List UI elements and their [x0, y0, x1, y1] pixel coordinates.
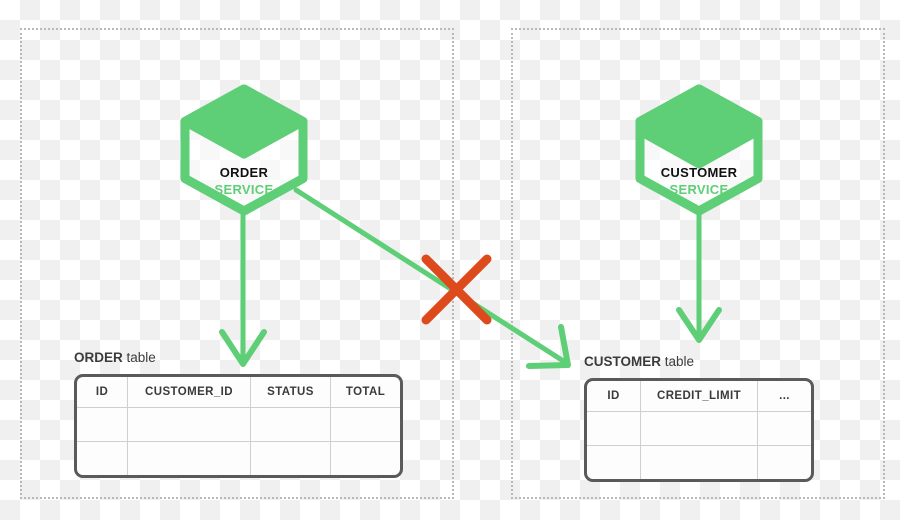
table-cell	[250, 408, 330, 441]
arrow-order-to-customer-table	[293, 187, 571, 369]
column-header-id: ID	[607, 390, 620, 402]
table-row-header: ID CREDIT_LIMIT ...	[587, 381, 811, 411]
table-cell	[587, 446, 640, 479]
column-header-customer-id: CUSTOMER_ID	[127, 377, 250, 407]
column-header-credit-limit: CREDIT_LIMIT	[640, 381, 757, 411]
customer-table-caption-strong: CUSTOMER	[584, 354, 662, 369]
table-cell	[640, 412, 757, 445]
table-cell	[757, 446, 811, 479]
table-cell	[127, 408, 250, 441]
customer-table-caption-rest: table	[661, 354, 695, 369]
service-node-order-kind: SERVICE	[214, 182, 274, 197]
column-header-total: TOTAL	[330, 377, 400, 407]
diagram-canvas: ORDER SERVICE CUSTOMER SERVICE ORDER tab…	[0, 0, 900, 520]
service-node-customer-name: CUSTOMER	[660, 165, 738, 180]
table-cell	[757, 412, 811, 445]
table-cell	[587, 412, 640, 445]
table-customer[interactable]: ID CREDIT_LIMIT ...	[584, 378, 814, 482]
table-cell	[77, 442, 127, 475]
column-header-ellipsis: ...	[757, 381, 811, 411]
table-row	[77, 407, 400, 441]
customer-table-block: CUSTOMER table ID CREDIT_LIMIT ...	[584, 354, 814, 482]
arrow-order-to-order-table	[219, 210, 267, 367]
table-cell	[330, 442, 400, 475]
order-table-caption-rest: table	[122, 350, 156, 365]
table-order[interactable]: ID CUSTOMER_ID STATUS TOTAL	[74, 374, 403, 478]
x-cross-icon	[421, 254, 492, 325]
service-node-customer-kind: SERVICE	[669, 182, 729, 197]
table-row-header: ID CUSTOMER_ID STATUS TOTAL	[77, 377, 400, 407]
table-cell	[250, 442, 330, 475]
table-cell	[127, 442, 250, 475]
order-table-block: ORDER table ID CUSTOMER_ID STATUS TOTAL	[74, 350, 403, 478]
table-cell	[640, 446, 757, 479]
table-row	[587, 445, 811, 479]
service-node-customer[interactable]: CUSTOMER SERVICE	[631, 84, 767, 216]
arrow-customer-to-customer-table	[676, 210, 722, 343]
order-table-caption-strong: ORDER	[74, 350, 123, 365]
table-row	[77, 441, 400, 475]
table-row	[587, 411, 811, 445]
table-cell	[330, 408, 400, 441]
customer-table-caption: CUSTOMER table	[584, 354, 814, 369]
column-header-id: ID	[95, 386, 109, 398]
order-table-caption: ORDER table	[74, 350, 403, 365]
service-node-order-name: ORDER	[219, 165, 269, 180]
table-cell	[77, 408, 127, 441]
column-header-status: STATUS	[250, 377, 330, 407]
service-node-order[interactable]: ORDER SERVICE	[176, 84, 312, 216]
